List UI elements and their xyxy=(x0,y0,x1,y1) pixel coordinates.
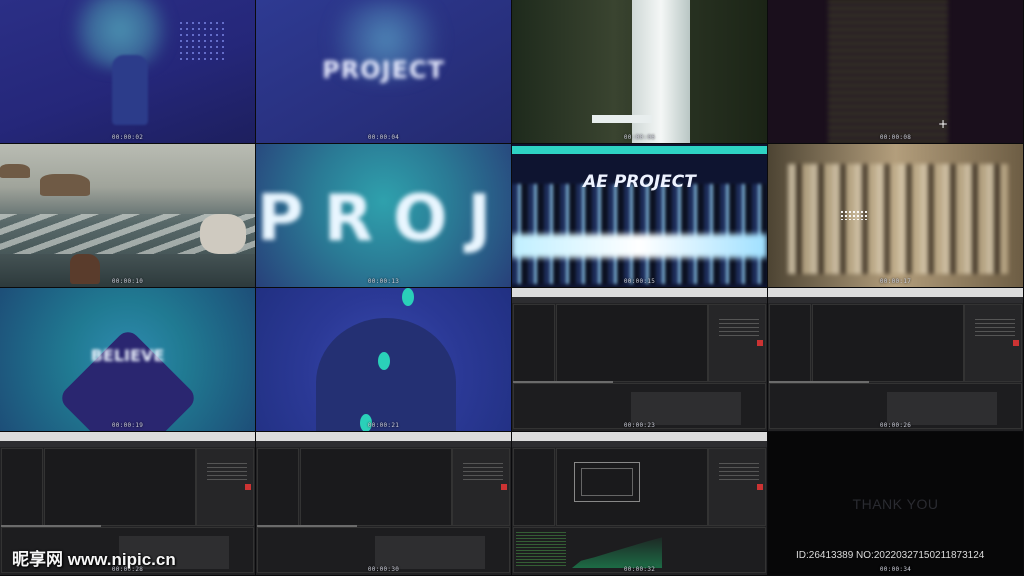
frame-7[interactable]: AE PROJECT 00:00:15 xyxy=(512,144,767,287)
teal-band xyxy=(512,146,767,154)
composition-frame xyxy=(574,462,640,502)
frame-6[interactable]: PROJ 00:00:13 xyxy=(256,144,511,287)
panel-lines xyxy=(719,316,759,336)
frame-timecode: 00:00:13 xyxy=(367,278,400,285)
frame-title: PROJ xyxy=(256,182,511,256)
project-panel xyxy=(1,448,43,526)
site-watermark: 昵享网 www.nipic.cn xyxy=(12,550,176,569)
color-swatch xyxy=(757,484,763,490)
title-bar xyxy=(512,432,767,441)
frame-15-editor[interactable]: 00:00:32 xyxy=(512,432,767,575)
composition-viewer xyxy=(300,448,452,526)
frame-14-editor[interactable]: 00:00:30 xyxy=(256,432,511,575)
timeline-track-area xyxy=(887,392,997,425)
sea-rock xyxy=(200,214,246,254)
dot-grid xyxy=(178,20,228,60)
frame-timecode: 00:00:32 xyxy=(623,566,656,573)
frame-5[interactable]: 00:00:10 xyxy=(0,144,255,287)
color-swatch xyxy=(757,340,763,346)
title-bar xyxy=(0,432,255,441)
frame-12-editor[interactable]: 00:00:26 xyxy=(768,288,1023,431)
frame-timecode: 00:00:21 xyxy=(367,422,400,429)
timeline-track-area xyxy=(375,536,485,569)
frame-1[interactable]: 00:00:02 xyxy=(0,0,255,143)
title-bar xyxy=(512,288,767,297)
frame-9[interactable]: BELIEVE 00:00:19 xyxy=(0,288,255,431)
project-panel xyxy=(257,448,299,526)
frame-timecode: 00:00:15 xyxy=(623,278,656,285)
dot-grid xyxy=(840,210,868,220)
image-id-text: ID:26413389 NO:20220327150211873124 xyxy=(796,550,985,561)
leaf-shape xyxy=(378,352,390,370)
frame-timecode: 00:00:19 xyxy=(111,422,144,429)
frame-timecode: 00:00:34 xyxy=(879,566,912,573)
panel-lines xyxy=(975,316,1015,336)
timeline-track-area xyxy=(631,392,741,425)
frame-timecode: 00:00:08 xyxy=(879,134,912,141)
title-bar xyxy=(256,432,511,441)
sea-rock xyxy=(0,164,30,178)
frame-title: AE PROJECT xyxy=(583,172,696,192)
project-panel xyxy=(513,448,555,526)
frame-timecode: 00:00:06 xyxy=(623,134,656,141)
project-panel xyxy=(769,304,811,382)
composition-viewer xyxy=(556,304,708,382)
menu-bar xyxy=(512,297,767,303)
menu-bar xyxy=(768,297,1023,303)
menu-bar xyxy=(256,441,511,447)
glitch-bar xyxy=(592,115,652,123)
composition-viewer xyxy=(812,304,964,382)
title-bar xyxy=(768,288,1023,297)
silhouette-shape xyxy=(316,318,456,431)
menu-bar xyxy=(512,441,767,447)
frame-title: THANK YOU xyxy=(852,496,939,512)
color-swatch xyxy=(501,484,507,490)
frame-2[interactable]: PROJECT 00:00:04 xyxy=(256,0,511,143)
frame-timecode: 00:00:04 xyxy=(367,134,400,141)
panel-lines xyxy=(207,460,247,480)
composition-viewer xyxy=(44,448,196,526)
frame-8[interactable]: 00:00:17 xyxy=(768,144,1023,287)
frame-timecode: 00:00:10 xyxy=(111,278,144,285)
frame-title: BELIEVE xyxy=(90,346,165,365)
leaf-shape xyxy=(402,288,414,306)
plus-icon: + xyxy=(938,117,949,131)
mirror-effect xyxy=(788,164,1008,274)
panel-lines xyxy=(463,460,503,480)
frame-timecode: 00:00:02 xyxy=(111,134,144,141)
frame-10[interactable]: 00:00:21 xyxy=(256,288,511,431)
sea-rock xyxy=(40,174,90,196)
diamond-shape xyxy=(57,327,199,431)
frame-3[interactable]: 00:00:06 xyxy=(512,0,767,143)
color-swatch xyxy=(245,484,251,490)
frame-timecode: 00:00:30 xyxy=(367,566,400,573)
frame-title: PROJECT xyxy=(322,56,445,84)
frame-timecode: 00:00:23 xyxy=(623,422,656,429)
frame-timecode: 00:00:17 xyxy=(879,278,912,285)
frame-timecode: 00:00:26 xyxy=(879,422,912,429)
menu-bar xyxy=(0,441,255,447)
color-swatch xyxy=(1013,340,1019,346)
storyboard-grid: 00:00:02 PROJECT 00:00:04 00:00:06 + 00:… xyxy=(0,0,1024,576)
scanline-effect xyxy=(828,0,948,143)
person-silhouette xyxy=(112,55,148,125)
frame-4[interactable]: + 00:00:08 xyxy=(768,0,1023,143)
frame-11-editor[interactable]: 00:00:23 xyxy=(512,288,767,431)
panel-lines xyxy=(719,460,759,480)
light-flare xyxy=(512,234,767,258)
project-panel xyxy=(513,304,555,382)
layer-rows xyxy=(516,532,566,566)
